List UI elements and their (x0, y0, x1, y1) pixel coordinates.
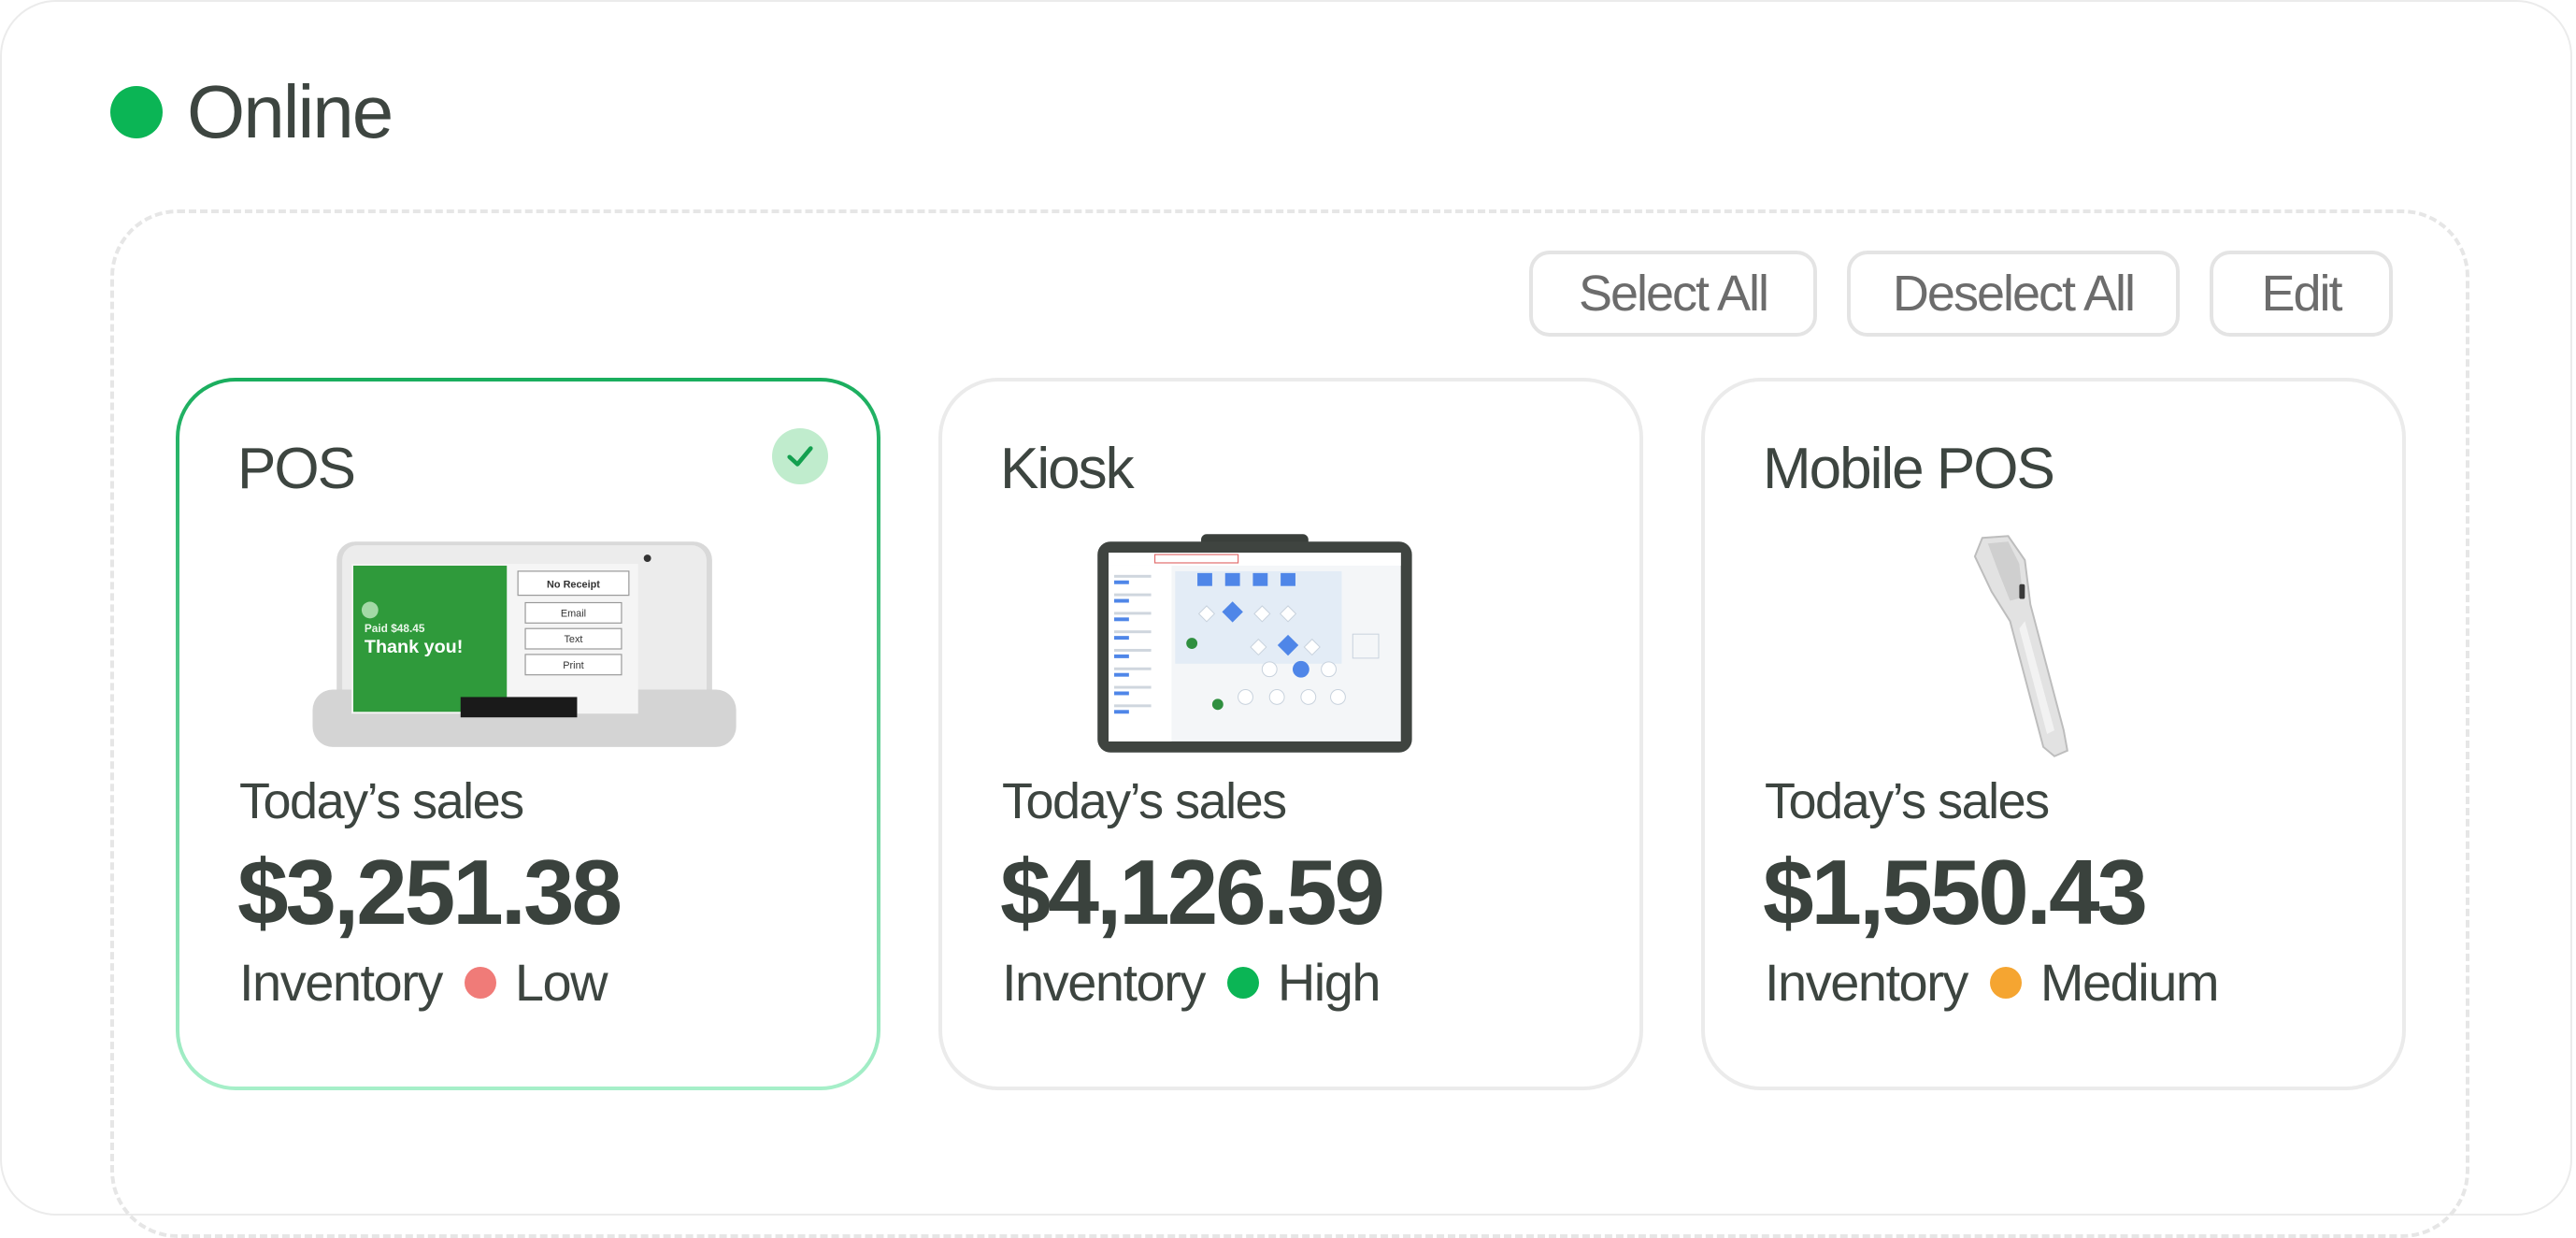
device-name: Kiosk (1000, 437, 1135, 501)
inventory-dot (1989, 966, 2022, 999)
device-name: Mobile POS (1763, 437, 2055, 501)
inventory-dot (464, 966, 496, 999)
inventory-label: Inventory (1765, 953, 1968, 1012)
status-label: Online (187, 70, 394, 153)
device-card-mobile-pos[interactable]: Mobile POS Today’s sales $1,550.43 Inven… (1701, 378, 2406, 1090)
device-name: POS (237, 437, 356, 501)
status-indicator: Online (110, 67, 394, 157)
sales-label: Today’s sales (1002, 773, 1287, 829)
selected-check-icon[interactable] (772, 428, 828, 484)
inventory-status: Inventory High (1002, 952, 1381, 1013)
sales-label: Today’s sales (1765, 773, 2050, 829)
sales-value: $1,550.43 (1763, 841, 2148, 943)
inventory-level: Low (514, 953, 608, 1012)
inventory-status: Inventory Low (239, 952, 608, 1013)
inventory-dot (1226, 966, 1259, 999)
pos-terminal-image: Paid $48.45 Thank you! No Receipt Email … (312, 541, 737, 747)
screen-btn-text: Text (565, 634, 583, 645)
select-all-button[interactable]: Select All (1529, 251, 1817, 337)
device-card-kiosk[interactable]: Kiosk Today’s sales $4,126.59 Inventory … (938, 378, 1643, 1090)
sales-label: Today’s sales (239, 773, 524, 829)
screen-btn-no-receipt: No Receipt (547, 580, 600, 591)
screen-btn-email: Email (561, 608, 586, 619)
edit-button[interactable]: Edit (2210, 251, 2393, 337)
device-card-pos[interactable]: POS Paid $48.45 Thank you! No Receipt Em… (176, 378, 880, 1090)
mobile-pos-scanner-image (1973, 535, 2068, 757)
sales-value: $3,251.38 (237, 841, 623, 943)
screen-btn-print: Print (563, 660, 583, 671)
inventory-level: Medium (2039, 953, 2220, 1012)
screen-thankyou-text: Thank you! (365, 637, 463, 657)
inventory-label: Inventory (1002, 953, 1206, 1012)
online-status-dot (110, 86, 163, 138)
sales-value: $4,126.59 (1000, 841, 1385, 943)
inventory-level: High (1277, 953, 1381, 1012)
screen-paid-text: Paid $48.45 (365, 622, 425, 635)
kiosk-tablet-image (1097, 534, 1412, 753)
deselect-all-button[interactable]: Deselect All (1847, 251, 2180, 337)
inventory-status: Inventory Medium (1765, 952, 2220, 1013)
inventory-label: Inventory (239, 953, 443, 1012)
